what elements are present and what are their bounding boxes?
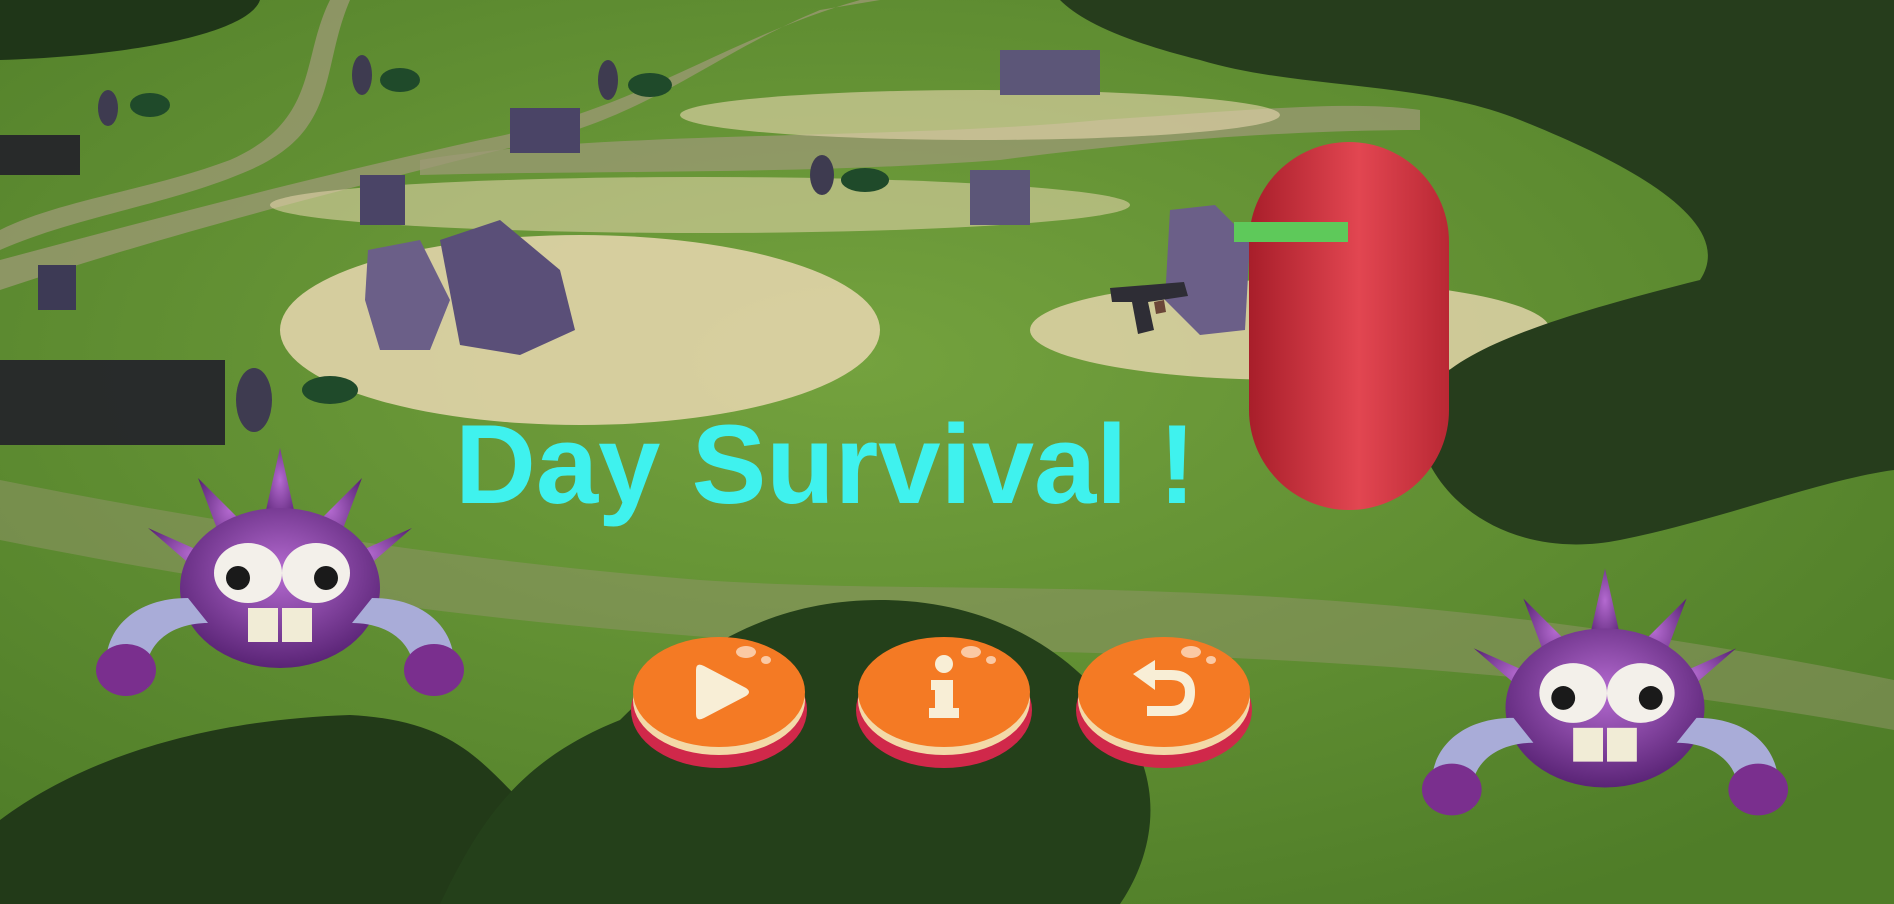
monster-icon xyxy=(1421,568,1789,816)
monster-icon xyxy=(96,448,464,696)
play-button[interactable] xyxy=(628,630,810,770)
player-health-fill xyxy=(1234,222,1348,242)
pistol-icon xyxy=(1110,282,1188,334)
info-icon xyxy=(856,637,1032,768)
player-capsule xyxy=(1249,142,1449,510)
undo-arrow-icon xyxy=(1076,637,1252,768)
info-button[interactable] xyxy=(853,630,1035,770)
play-icon xyxy=(631,637,807,768)
game-title: Day Survival ! xyxy=(455,402,1196,527)
player-health-bar xyxy=(1234,222,1348,242)
back-button[interactable] xyxy=(1073,630,1255,770)
